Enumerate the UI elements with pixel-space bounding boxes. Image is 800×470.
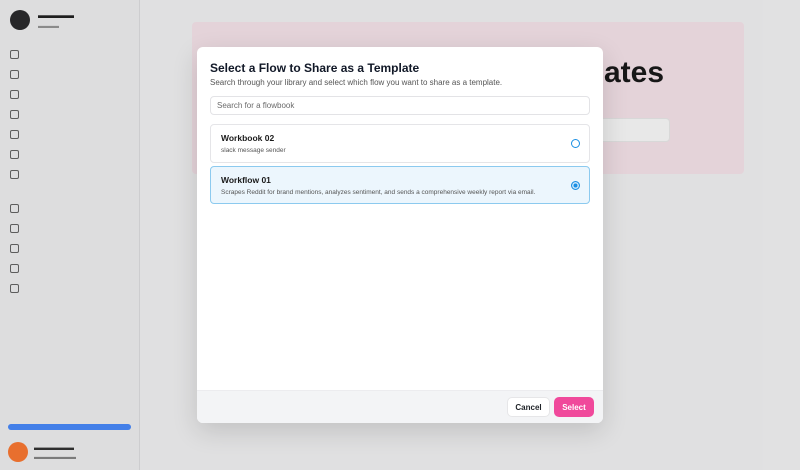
modal-footer: Cancel Select <box>197 390 603 423</box>
modal-title: Select a Flow to Share as a Template <box>210 61 420 75</box>
cancel-button[interactable]: Cancel <box>507 397 550 417</box>
flow-option-description: slack message sender <box>221 147 286 154</box>
select-flow-modal: Select a Flow to Share as a Template Sea… <box>197 47 603 423</box>
radio-button-selected[interactable] <box>571 180 580 190</box>
radio-button[interactable] <box>571 139 580 148</box>
flow-option-workbook-02[interactable]: Workbook 02 slack message sender <box>210 124 590 163</box>
modal-subtitle: Search through your library and select w… <box>210 78 503 87</box>
flow-option-description: Scrapes Reddit for brand mentions, analy… <box>221 189 536 196</box>
select-button[interactable]: Select <box>554 397 594 417</box>
flow-option-title: Workflow 01 <box>221 175 271 185</box>
flow-option-title: Workbook 02 <box>221 133 275 143</box>
flow-option-workflow-01[interactable]: Workflow 01 Scrapes Reddit for brand men… <box>210 166 590 204</box>
flow-search-input[interactable] <box>210 96 590 115</box>
